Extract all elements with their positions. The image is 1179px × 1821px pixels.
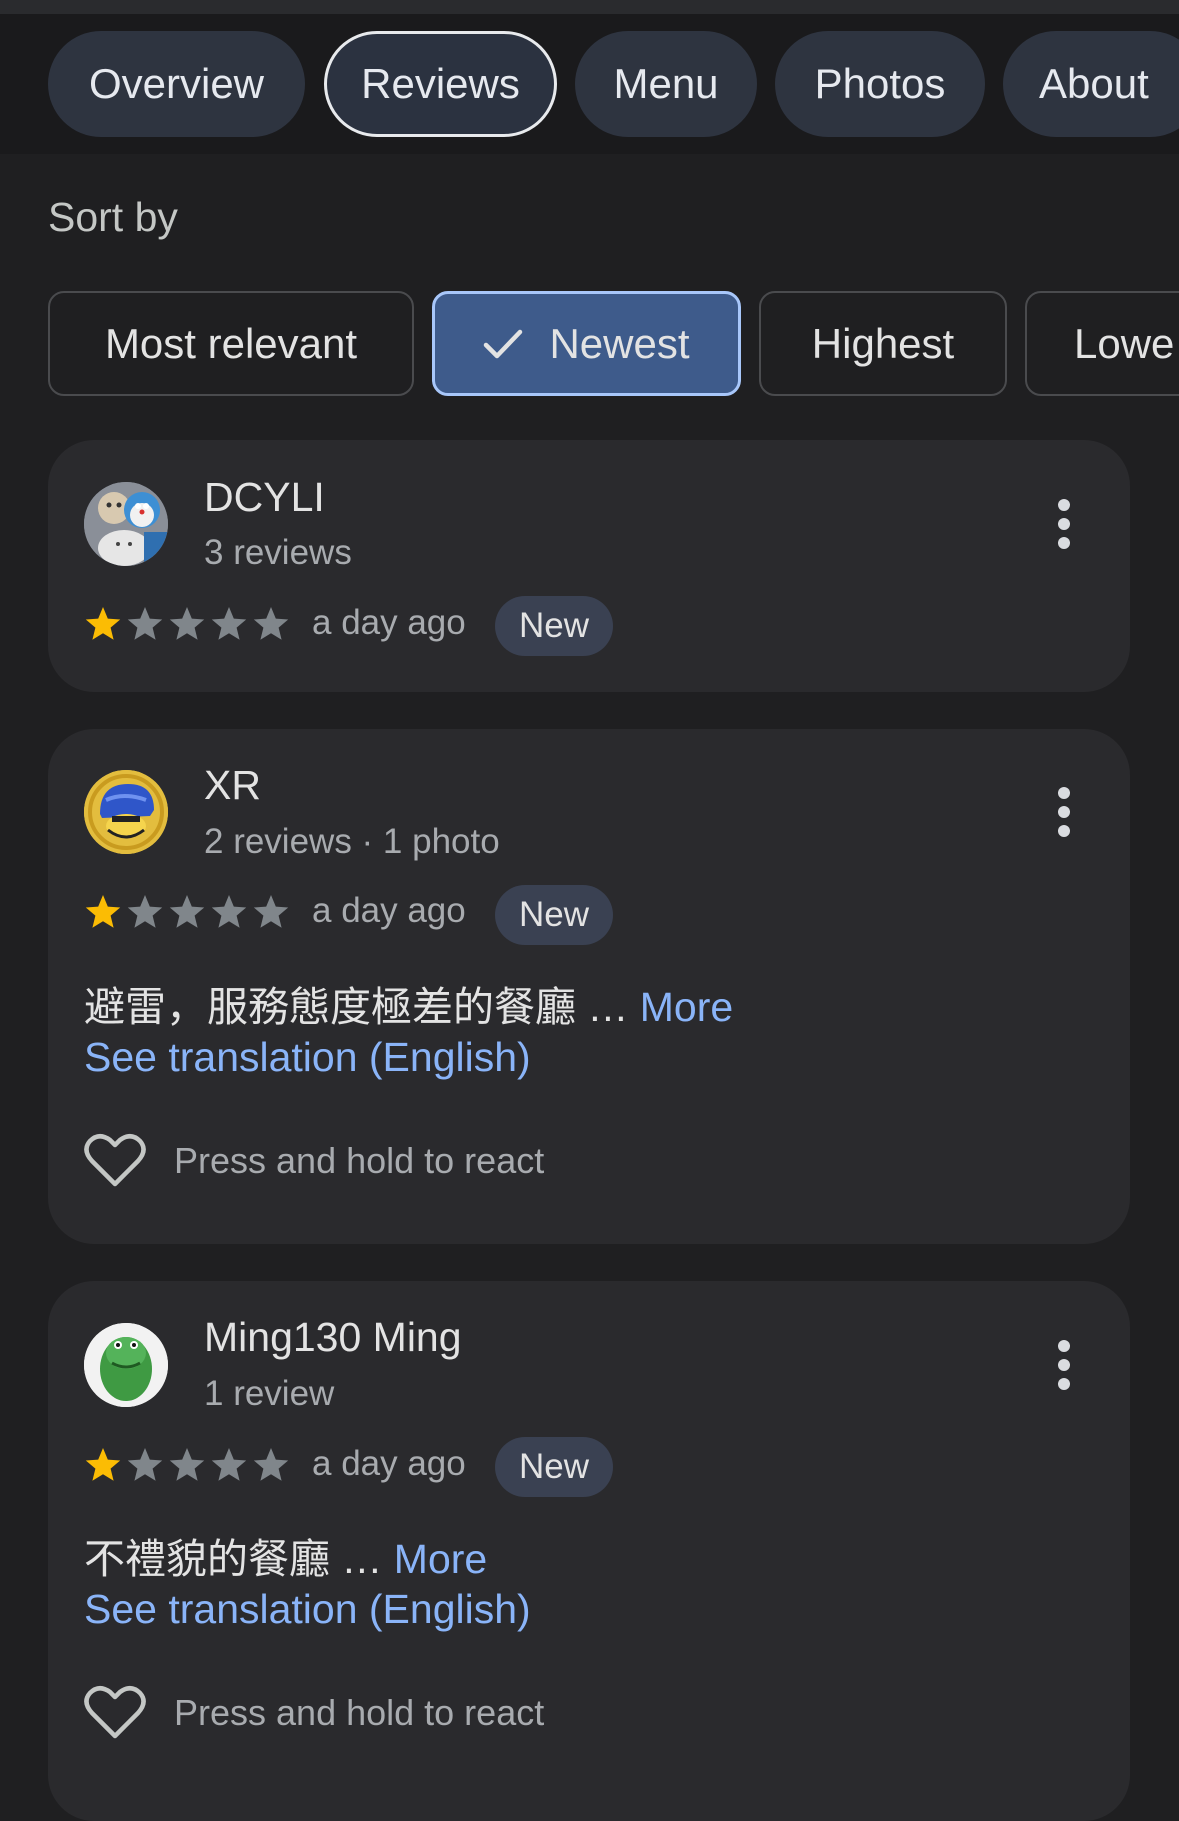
more-options-icon[interactable] xyxy=(1058,787,1070,844)
star-rating xyxy=(84,605,290,643)
review-time: a day ago xyxy=(312,1444,466,1483)
star-empty-icon xyxy=(127,607,163,640)
new-badge: New xyxy=(495,1437,614,1497)
react-hint: Press and hold to react xyxy=(174,1692,545,1733)
sort-lowest-chip[interactable]: Lowe xyxy=(1025,291,1179,396)
avatar[interactable] xyxy=(84,770,168,854)
sort-by-label: Sort by xyxy=(48,194,178,240)
tab-photos[interactable]: Photos xyxy=(775,31,985,137)
sort-newest-chip[interactable]: Newest xyxy=(432,291,741,396)
more-link[interactable]: More xyxy=(640,984,733,1030)
review-snippet: 不禮貌的餐廳 … xyxy=(84,1536,394,1582)
reviewer-stats: 1 review xyxy=(204,1374,335,1413)
heart-icon[interactable] xyxy=(84,1132,146,1188)
star-empty-icon xyxy=(169,1448,205,1481)
star-empty-icon xyxy=(211,607,247,640)
tab-about[interactable]: About xyxy=(1003,31,1179,137)
star-empty-icon xyxy=(169,607,205,640)
sort-highest-chip[interactable]: Highest xyxy=(759,291,1007,396)
top-edge xyxy=(0,0,1179,14)
review-text: 避雷，服務態度極差的餐廳 … More xyxy=(84,973,733,1033)
more-link[interactable]: More xyxy=(394,1536,487,1582)
avatar[interactable] xyxy=(84,482,168,566)
react-hint: Press and hold to react xyxy=(174,1140,545,1181)
star-empty-icon xyxy=(253,607,289,640)
star-empty-icon xyxy=(211,895,247,928)
reviewer-stats: 2 reviews · 1 photo xyxy=(204,822,500,861)
star-empty-icon xyxy=(169,895,205,928)
review-card: Ming130 Ming 1 review a day ago New 不禮貌的… xyxy=(48,1281,1130,1821)
star-rating xyxy=(84,893,290,931)
star-empty-icon xyxy=(253,895,289,928)
review-time: a day ago xyxy=(312,603,466,642)
star-empty-icon xyxy=(127,1448,163,1481)
tab-overview[interactable]: Overview xyxy=(48,31,305,137)
blue-helmet-avatar-icon xyxy=(84,770,168,854)
reviewer-name[interactable]: Ming130 Ming xyxy=(204,1314,462,1361)
green-dinosaur-avatar-icon xyxy=(84,1323,168,1407)
star-filled-icon xyxy=(85,607,121,640)
tab-reviews[interactable]: Reviews xyxy=(324,31,557,137)
see-translation-link[interactable]: See translation (English) xyxy=(84,1586,531,1633)
reviewer-name[interactable]: XR xyxy=(204,762,261,809)
reviewer-name[interactable]: DCYLI xyxy=(204,474,325,521)
heart-icon[interactable] xyxy=(84,1684,146,1740)
sort-newest-label: Newest xyxy=(549,320,690,367)
star-filled-icon xyxy=(85,895,121,928)
new-badge: New xyxy=(495,596,614,656)
tab-menu[interactable]: Menu xyxy=(575,31,757,137)
tab-bar: Overview Reviews Menu Photos About xyxy=(0,14,1179,154)
star-empty-icon xyxy=(211,1448,247,1481)
new-badge: New xyxy=(495,885,614,945)
star-empty-icon xyxy=(253,1448,289,1481)
review-text: 不禮貌的餐廳 … More xyxy=(84,1525,487,1585)
review-snippet: 避雷，服務態度極差的餐廳 … xyxy=(84,984,640,1030)
more-options-icon[interactable] xyxy=(1058,499,1070,556)
review-card: DCYLI 3 reviews a day ago New xyxy=(48,440,1130,692)
star-empty-icon xyxy=(127,895,163,928)
doraemon-plush-avatar-icon xyxy=(84,482,168,566)
star-rating xyxy=(84,1446,290,1484)
avatar[interactable] xyxy=(84,1323,168,1407)
see-translation-link[interactable]: See translation (English) xyxy=(84,1034,531,1081)
review-time: a day ago xyxy=(312,891,466,930)
more-options-icon[interactable] xyxy=(1058,1340,1070,1397)
check-icon xyxy=(484,329,523,359)
sort-most-relevant-chip[interactable]: Most relevant xyxy=(48,291,414,396)
reviewer-stats: 3 reviews xyxy=(204,533,352,572)
review-card: XR 2 reviews · 1 photo a day ago New 避雷，… xyxy=(48,729,1130,1244)
star-filled-icon xyxy=(85,1448,121,1481)
